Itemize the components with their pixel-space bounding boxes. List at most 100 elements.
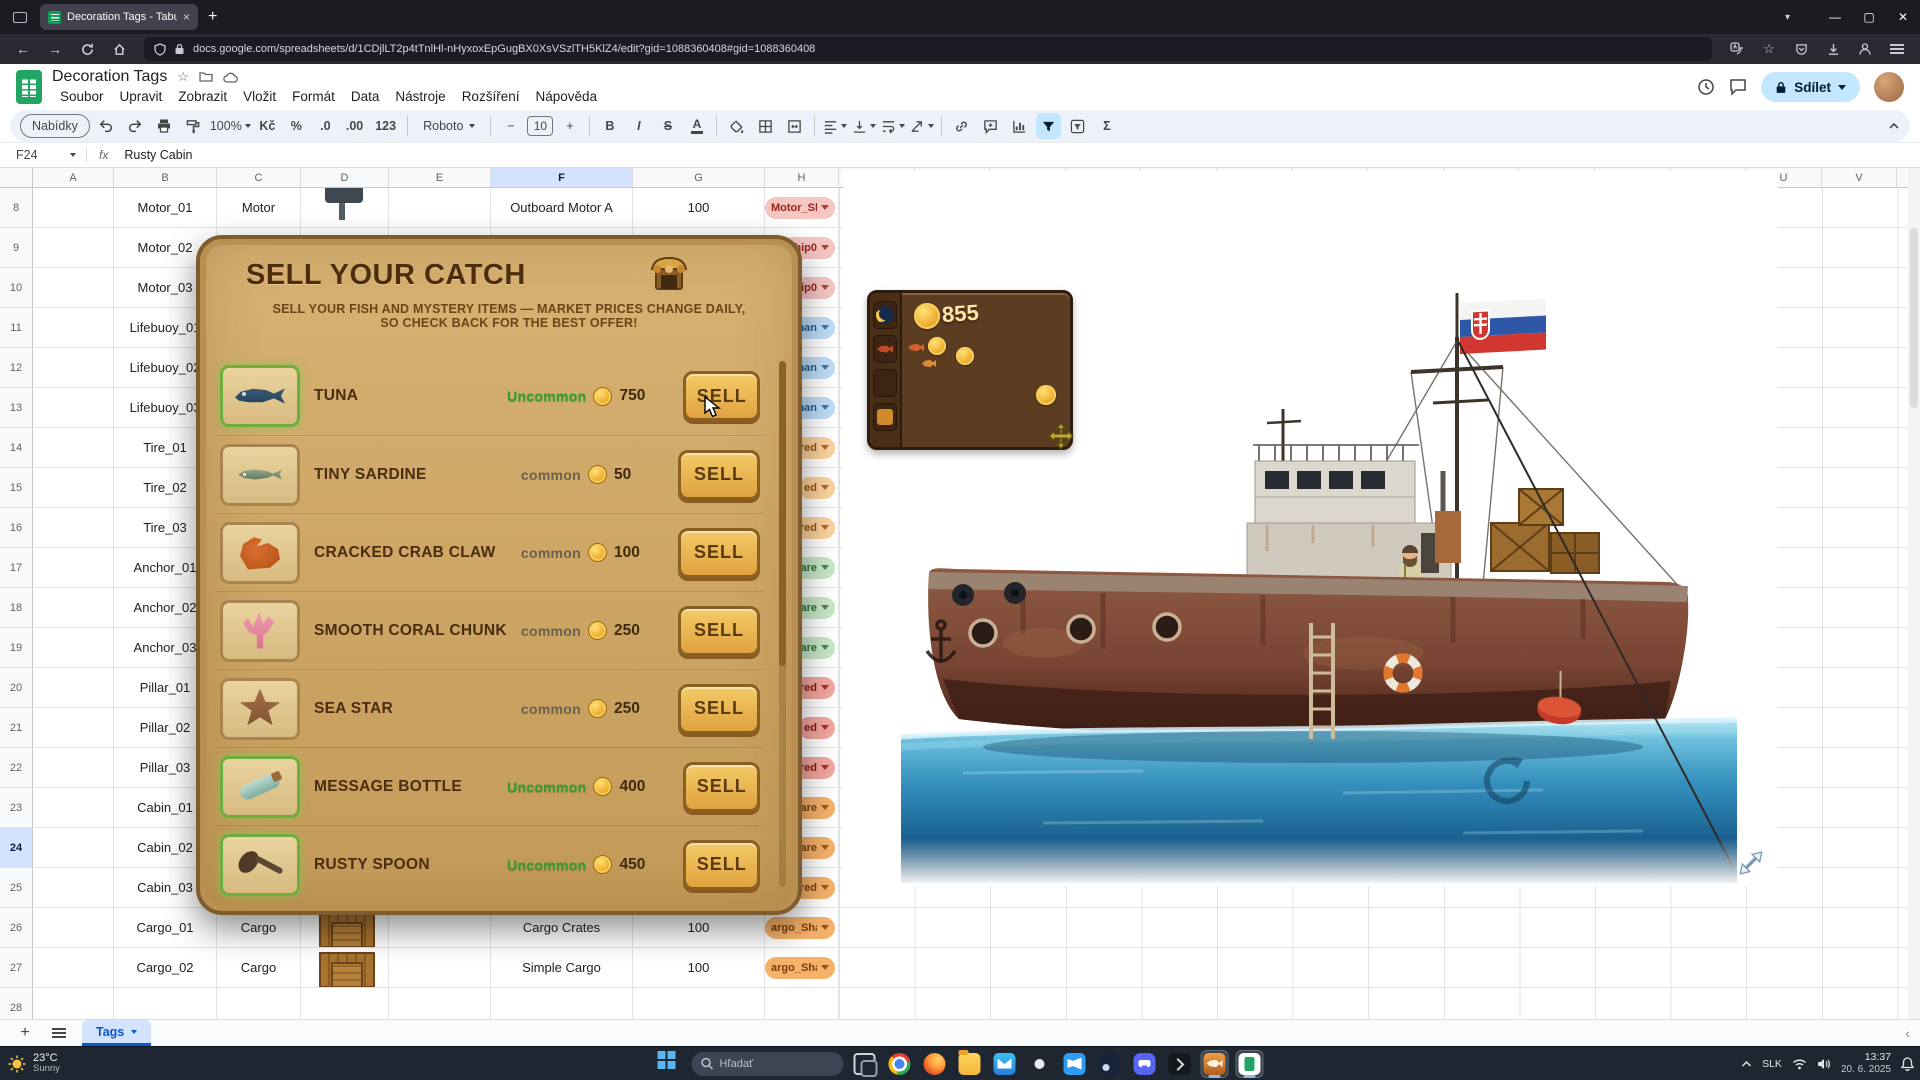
browser-tab[interactable]: Decoration Tags - Tabulky Goo × bbox=[40, 4, 198, 30]
all-sheets-icon[interactable] bbox=[48, 1022, 70, 1044]
row-header[interactable]: 23 bbox=[0, 788, 33, 827]
coin-hud-panel[interactable]: 855 bbox=[867, 290, 1073, 450]
insert-chart-icon[interactable] bbox=[1007, 113, 1032, 139]
clock[interactable]: 13:37 20. 6. 2025 bbox=[1841, 1051, 1891, 1077]
cell-a[interactable] bbox=[33, 988, 114, 1019]
menu-item[interactable]: Upravit bbox=[112, 87, 171, 106]
dropdown-chip[interactable]: argo_Share bbox=[765, 917, 835, 939]
chip-caret-icon[interactable] bbox=[821, 885, 829, 890]
cell-a[interactable] bbox=[33, 508, 114, 547]
minimize-button[interactable]: — bbox=[1818, 0, 1852, 34]
row-header[interactable]: 11 bbox=[0, 308, 33, 347]
menu-item[interactable]: Soubor bbox=[52, 87, 112, 106]
forward-button[interactable]: → bbox=[42, 37, 68, 61]
italic-button[interactable]: I bbox=[626, 113, 651, 139]
list-all-tabs-icon[interactable]: ▾ bbox=[1785, 12, 1790, 23]
chip-caret-icon[interactable] bbox=[821, 525, 829, 530]
cell-b[interactable] bbox=[114, 988, 217, 1019]
cell-g[interactable]: 100 bbox=[633, 188, 765, 227]
cell-h[interactable] bbox=[765, 988, 839, 1019]
row-header[interactable]: 9 bbox=[0, 228, 33, 267]
cell-a[interactable] bbox=[33, 388, 114, 427]
chip-caret-icon[interactable] bbox=[821, 765, 829, 770]
empty-cells[interactable] bbox=[839, 948, 1920, 987]
taskbar-app[interactable] bbox=[1061, 1050, 1089, 1078]
cell-g[interactable] bbox=[633, 988, 765, 1019]
taskbar-app[interactable] bbox=[886, 1050, 914, 1078]
menu-item[interactable]: Rozšíření bbox=[454, 87, 528, 106]
sell-button[interactable]: SELL bbox=[678, 450, 760, 500]
avatar[interactable] bbox=[1874, 72, 1904, 102]
column-header[interactable]: V bbox=[1822, 168, 1898, 187]
font-size-input[interactable]: 10 bbox=[527, 116, 553, 136]
menu-item[interactable]: Nápověda bbox=[527, 87, 605, 106]
empty-slot[interactable] bbox=[873, 369, 897, 397]
tabs-scroll-left-icon[interactable]: ‹ bbox=[1905, 1025, 1920, 1041]
row-header[interactable]: 13 bbox=[0, 388, 33, 427]
chip-caret-icon[interactable] bbox=[821, 685, 829, 690]
sell-button[interactable]: SELL bbox=[678, 606, 760, 656]
cell-a[interactable] bbox=[33, 468, 114, 507]
borders-icon[interactable] bbox=[753, 113, 778, 139]
row-header[interactable]: 20 bbox=[0, 668, 33, 707]
print-icon[interactable] bbox=[152, 113, 177, 139]
dialog-scrollbar[interactable] bbox=[779, 361, 786, 887]
fish-icon[interactable] bbox=[908, 343, 924, 352]
firefox-view-icon[interactable] bbox=[8, 5, 32, 29]
column-header[interactable]: C bbox=[217, 168, 301, 187]
star-doc-icon[interactable]: ☆ bbox=[177, 69, 189, 85]
doc-title[interactable]: Decoration Tags bbox=[52, 68, 167, 86]
chip-caret-icon[interactable] bbox=[821, 245, 829, 250]
decrease-font-size-button[interactable]: − bbox=[498, 113, 523, 139]
cell-g[interactable]: 100 bbox=[633, 948, 765, 987]
chip-caret-icon[interactable] bbox=[821, 565, 829, 570]
collapse-toolbar-icon[interactable] bbox=[1888, 122, 1900, 130]
chip-caret-icon[interactable] bbox=[821, 845, 829, 850]
chip-caret-icon[interactable] bbox=[821, 485, 829, 490]
downloads-icon[interactable] bbox=[1820, 37, 1846, 61]
tile-slot[interactable] bbox=[873, 403, 897, 431]
create-filter-icon[interactable] bbox=[1036, 113, 1061, 139]
menu-item[interactable]: Nástroje bbox=[387, 87, 453, 106]
cell-a[interactable] bbox=[33, 308, 114, 347]
column-header[interactable]: A bbox=[33, 168, 114, 187]
volume-icon[interactable] bbox=[1817, 1058, 1831, 1070]
redo-icon[interactable] bbox=[123, 113, 148, 139]
menu-item[interactable]: Formát bbox=[284, 87, 343, 106]
search-input[interactable] bbox=[692, 1052, 844, 1076]
share-button[interactable]: Sdílet bbox=[1761, 72, 1860, 102]
sheet-tab-caret-icon[interactable] bbox=[131, 1030, 137, 1034]
cell-e[interactable] bbox=[389, 948, 491, 987]
cell-c[interactable]: Cargo bbox=[217, 948, 301, 987]
row-header[interactable]: 19 bbox=[0, 628, 33, 667]
number-format-button[interactable]: 123 bbox=[371, 113, 400, 139]
row-header[interactable]: 18 bbox=[0, 588, 33, 627]
column-header[interactable]: F bbox=[491, 168, 633, 187]
chip-caret-icon[interactable] bbox=[821, 605, 829, 610]
column-header[interactable]: E bbox=[389, 168, 491, 187]
chip-caret-icon[interactable] bbox=[821, 965, 829, 970]
row-header[interactable]: 10 bbox=[0, 268, 33, 307]
row-header[interactable]: 26 bbox=[0, 908, 33, 947]
coin-icon[interactable] bbox=[956, 347, 974, 365]
cell-a[interactable] bbox=[33, 268, 114, 307]
keyboard-language[interactable]: SLK bbox=[1762, 1058, 1782, 1070]
percent-format-button[interactable]: % bbox=[284, 113, 309, 139]
insert-link-icon[interactable] bbox=[949, 113, 974, 139]
cell-a[interactable] bbox=[33, 788, 114, 827]
row-header[interactable]: 22 bbox=[0, 748, 33, 787]
cell-f[interactable] bbox=[491, 988, 633, 1019]
shield-icon[interactable] bbox=[154, 43, 166, 56]
cell-c[interactable] bbox=[217, 988, 301, 1019]
functions-icon[interactable]: Σ bbox=[1094, 113, 1119, 139]
scrollbar-thumb[interactable] bbox=[1910, 228, 1918, 408]
cell-e[interactable] bbox=[389, 988, 491, 1019]
row-header[interactable]: 8 bbox=[0, 188, 33, 227]
cell-d-image[interactable] bbox=[301, 988, 389, 1019]
chip-caret-icon[interactable] bbox=[821, 805, 829, 810]
add-sheet-button[interactable]: + bbox=[14, 1022, 36, 1044]
cell-d-image[interactable] bbox=[301, 948, 389, 987]
column-header[interactable]: D bbox=[301, 168, 389, 187]
cell-a[interactable] bbox=[33, 668, 114, 707]
pocket-icon[interactable] bbox=[1788, 37, 1814, 61]
